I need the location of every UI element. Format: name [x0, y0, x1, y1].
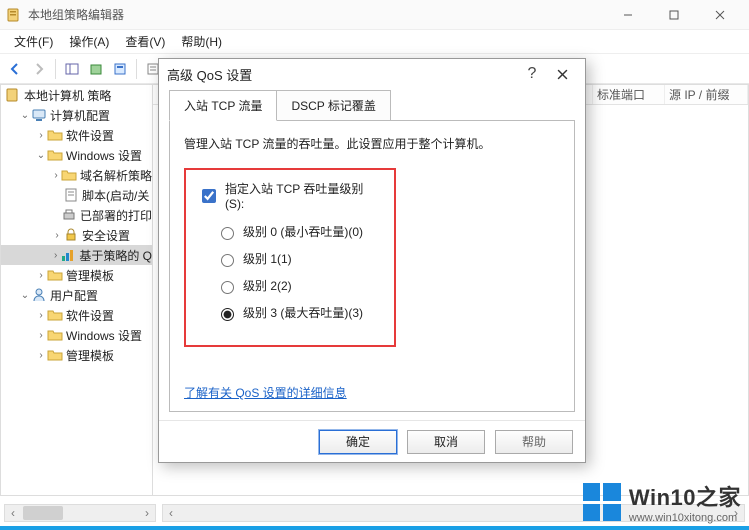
tree-hscrollbar[interactable]: ‹ › — [4, 504, 156, 522]
qos-learn-more-link[interactable]: 了解有关 QoS 设置的详细信息 — [184, 384, 560, 401]
folder-icon — [47, 307, 63, 323]
dialog-help-button[interactable]: ? — [517, 61, 547, 87]
tree-scripts[interactable]: 脚本(启动/关 — [1, 185, 152, 205]
grid-col-srcip[interactable]: 源 IP / 前缀 — [665, 85, 748, 104]
collapse-icon[interactable]: ⌄ — [19, 110, 31, 121]
radio-level-3[interactable]: 级别 3 (最大吞吐量)(3) — [216, 304, 382, 321]
script-icon — [63, 187, 79, 203]
dialog-button-row: 确定 取消 帮助 — [159, 420, 585, 462]
windows-logo-icon — [583, 483, 621, 521]
scroll-left-icon[interactable]: ‹ — [163, 506, 179, 520]
minimize-button[interactable] — [605, 0, 651, 30]
tree-user-windows[interactable]: › Windows 设置 — [1, 325, 152, 345]
watermark-url: www.win10xitong.com — [629, 512, 741, 524]
dialog-title: 高级 QoS 设置 — [167, 65, 517, 84]
expand-icon[interactable]: › — [35, 130, 47, 141]
window-title: 本地组策略编辑器 — [28, 6, 605, 23]
menu-help[interactable]: 帮助(H) — [173, 30, 230, 53]
tree-printers[interactable]: 已部署的打印 — [1, 205, 152, 225]
expand-icon[interactable]: › — [51, 250, 60, 261]
qos-dialog: 高级 QoS 设置 ? 入站 TCP 流量 DSCP 标记覆盖 管理入站 TCP… — [158, 58, 586, 463]
printer-icon — [61, 207, 77, 223]
tree-pane: 本地计算机 策略 ⌄ 计算机配置 › 软件设置 ⌄ Windows 设置 › 域… — [1, 85, 153, 495]
throughput-checkbox-row[interactable]: 指定入站 TCP 吞吐量级别(S): — [198, 180, 382, 211]
maximize-button[interactable] — [651, 0, 697, 30]
throughput-checkbox-label: 指定入站 TCP 吞吐量级别(S): — [225, 180, 382, 211]
tree-dns-policy[interactable]: › 域名解析策略 — [1, 165, 152, 185]
main-titlebar: 本地组策略编辑器 — [0, 0, 749, 30]
chart-icon — [60, 247, 76, 263]
radio-level-1-input[interactable] — [221, 254, 234, 267]
tab-inbound-tcp[interactable]: 入站 TCP 流量 — [169, 90, 277, 121]
radio-level-0-input[interactable] — [221, 227, 234, 240]
tree-security[interactable]: › 安全设置 — [1, 225, 152, 245]
throughput-checkbox[interactable] — [202, 189, 216, 203]
radio-level-1[interactable]: 级别 1(1) — [216, 250, 382, 267]
computer-icon — [31, 107, 47, 123]
tree-qos-policy[interactable]: › 基于策略的 Q — [1, 245, 152, 265]
scroll-thumb[interactable] — [23, 506, 63, 520]
bottom-accent-bar — [0, 526, 749, 530]
expand-icon[interactable]: › — [35, 330, 47, 341]
grid-col-stdport[interactable]: 标准端口 — [593, 85, 665, 104]
tree-root[interactable]: 本地计算机 策略 — [1, 85, 152, 105]
folder-icon — [47, 267, 63, 283]
expand-icon[interactable]: › — [51, 170, 61, 181]
gpedit-icon — [6, 7, 22, 23]
tab-panel: 管理入站 TCP 流量的吞吐量。此设置应用于整个计算机。 指定入站 TCP 吞吐… — [169, 120, 575, 412]
policy-icon — [5, 87, 21, 103]
tree-admin-templates[interactable]: › 管理模板 — [1, 265, 152, 285]
forward-icon[interactable] — [28, 58, 50, 80]
cancel-button[interactable]: 取消 — [407, 430, 485, 454]
expand-icon[interactable]: › — [51, 230, 63, 241]
folder-icon — [47, 127, 63, 143]
radio-level-2-input[interactable] — [221, 281, 234, 294]
expand-icon[interactable]: › — [35, 350, 47, 361]
dialog-titlebar[interactable]: 高级 QoS 设置 ? — [159, 59, 585, 89]
menu-view[interactable]: 查看(V) — [117, 30, 173, 53]
tree-user-templates[interactable]: › 管理模板 — [1, 345, 152, 365]
help-button[interactable]: 帮助 — [495, 430, 573, 454]
folder-icon — [47, 347, 63, 363]
scroll-left-icon[interactable]: ‹ — [5, 506, 21, 520]
watermark: Win10之家 www.win10xitong.com — [583, 480, 741, 524]
menu-action[interactable]: 操作(A) — [61, 30, 117, 53]
folder-icon — [47, 327, 63, 343]
folder-icon — [61, 167, 77, 183]
dialog-description: 管理入站 TCP 流量的吞吐量。此设置应用于整个计算机。 — [184, 135, 560, 152]
folder-icon — [47, 147, 63, 163]
collapse-icon[interactable]: ⌄ — [19, 290, 31, 301]
highlight-box: 指定入站 TCP 吞吐量级别(S): 级别 0 (最小吞吐量)(0) 级别 1(… — [184, 168, 396, 347]
tree-computer-config[interactable]: ⌄ 计算机配置 — [1, 105, 152, 125]
expand-icon[interactable]: › — [35, 270, 47, 281]
watermark-title: Win10之家 — [629, 480, 741, 512]
tree-user-software[interactable]: › 软件设置 — [1, 305, 152, 325]
dialog-tabs: 入站 TCP 流量 DSCP 标记覆盖 — [169, 89, 575, 120]
menu-file[interactable]: 文件(F) — [6, 30, 61, 53]
dialog-close-button[interactable] — [547, 61, 577, 87]
tree-software-settings[interactable]: › 软件设置 — [1, 125, 152, 145]
show-hide-tree-icon[interactable] — [61, 58, 83, 80]
properties-icon[interactable] — [109, 58, 131, 80]
collapse-icon[interactable]: ⌄ — [35, 150, 47, 161]
lock-icon — [63, 227, 79, 243]
tree-windows-settings[interactable]: ⌄ Windows 设置 — [1, 145, 152, 165]
radio-level-2[interactable]: 级别 2(2) — [216, 277, 382, 294]
user-icon — [31, 287, 47, 303]
back-icon[interactable] — [4, 58, 26, 80]
toolbar-separator — [55, 59, 56, 79]
tab-dscp-override[interactable]: DSCP 标记覆盖 — [277, 90, 390, 121]
export-icon[interactable] — [85, 58, 107, 80]
scroll-right-icon[interactable]: › — [139, 506, 155, 520]
toolbar-separator — [136, 59, 137, 79]
radio-level-0[interactable]: 级别 0 (最小吞吐量)(0) — [216, 223, 382, 240]
ok-button[interactable]: 确定 — [319, 430, 397, 454]
tree-user-config[interactable]: ⌄ 用户配置 — [1, 285, 152, 305]
radio-level-3-input[interactable] — [221, 308, 234, 321]
expand-icon[interactable]: › — [35, 310, 47, 321]
menu-bar: 文件(F) 操作(A) 查看(V) 帮助(H) — [0, 30, 749, 54]
close-button[interactable] — [697, 0, 743, 30]
